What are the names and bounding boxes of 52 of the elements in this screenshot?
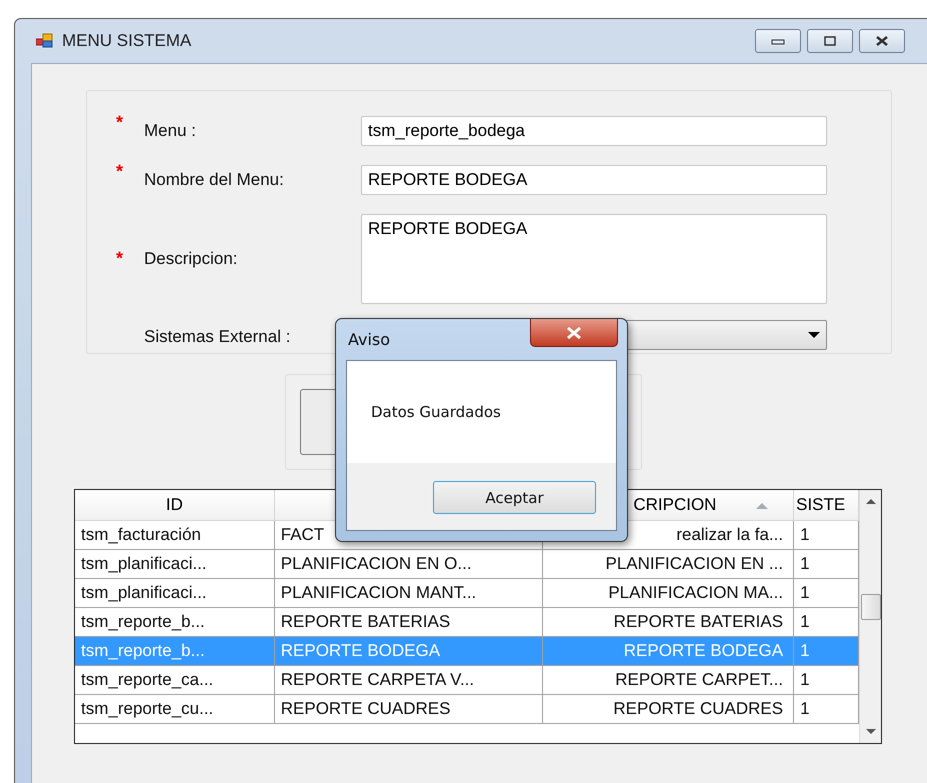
field-label: Descripcion:: [144, 249, 239, 270]
column-header[interactable]: ID: [75, 490, 275, 520]
table-cell: REPORTE CUADRES: [274, 695, 544, 723]
required-asterisk: *: [116, 161, 124, 182]
app-icon: [36, 33, 54, 49]
table-cell: PLANIFICACION EN ...: [543, 550, 794, 578]
table-cell: tsm_reporte_b...: [75, 637, 275, 665]
table-cell: REPORTE BATERIAS: [543, 608, 794, 636]
sort-arrow-icon: [756, 502, 768, 508]
maximize-button[interactable]: [807, 29, 853, 53]
minimize-button[interactable]: [755, 29, 801, 53]
scroll-thumb[interactable]: [860, 594, 881, 620]
close-button[interactable]: [530, 319, 618, 347]
required-asterisk: *: [116, 112, 124, 132]
table-cell: REPORTE BODEGA: [274, 637, 544, 665]
table-cell: tsm_reporte_cu...: [75, 695, 275, 723]
table-cell: tsm_reporte_b...: [75, 608, 275, 636]
table-row[interactable]: tsm_reporte_cu... REPORTE CUADRES REPORTE CUADRES 1: [75, 695, 860, 724]
table-cell: REPORTE CUADRES: [543, 695, 794, 723]
table-cell: PLANIFICACION MA...: [543, 579, 794, 607]
dialog-message: Datos Guardados: [371, 403, 501, 421]
table-cell: tsm_facturación: [75, 521, 275, 549]
table-cell: REPORTE CARPET...: [543, 666, 794, 694]
scroll-up-icon[interactable]: [866, 498, 876, 504]
close-icon: [874, 36, 890, 46]
dialog-title: Aviso: [348, 330, 390, 349]
scroll-down-icon[interactable]: [866, 729, 876, 735]
table-cell: REPORTE CARPETA V...: [274, 666, 544, 694]
text-field[interactable]: REPORTE BODEGA: [361, 164, 827, 195]
text-area[interactable]: REPORTE BODEGA: [361, 214, 827, 304]
table-row[interactable]: tsm_reporte_ca... REPORTE CARPETA V... REPORTE CARPET... 1: [75, 666, 860, 695]
window-title: MENU SISTEMA: [62, 31, 192, 51]
text-field[interactable]: tsm_reporte_bodega: [361, 116, 827, 146]
table-cell: tsm_planificaci...: [75, 550, 275, 578]
table-row[interactable]: tsm_planificaci... PLANIFICACION EN O... PLANIFICACION EN ... 1: [75, 550, 860, 579]
table-cell: REPORTE BATERIAS: [274, 608, 544, 636]
table-row[interactable]: tsm_planificaci... PLANIFICACION MANT... PLANIFICACION MA... 1: [75, 579, 860, 608]
table-cell: REPORTE BODEGA: [543, 637, 794, 665]
table-cell: tsm_reporte_ca...: [75, 666, 275, 694]
caret-icon: [808, 331, 820, 340]
table-cell: tsm_planificaci...: [75, 579, 275, 607]
field-label: Nombre del Menu:: [144, 170, 285, 190]
required-asterisk: *: [116, 248, 124, 268]
table-cell: PLANIFICACION EN O...: [274, 550, 544, 578]
maximize-icon: [823, 36, 837, 46]
accept-button[interactable]: Aceptar: [433, 481, 596, 514]
table-cell: PLANIFICACION MANT...: [274, 579, 544, 607]
minimize-icon: [771, 37, 785, 45]
close-icon: [565, 326, 583, 338]
vertical-scrollbar[interactable]: [859, 490, 881, 743]
close-button[interactable]: [859, 29, 905, 53]
field-label: Menu :: [144, 120, 197, 141]
